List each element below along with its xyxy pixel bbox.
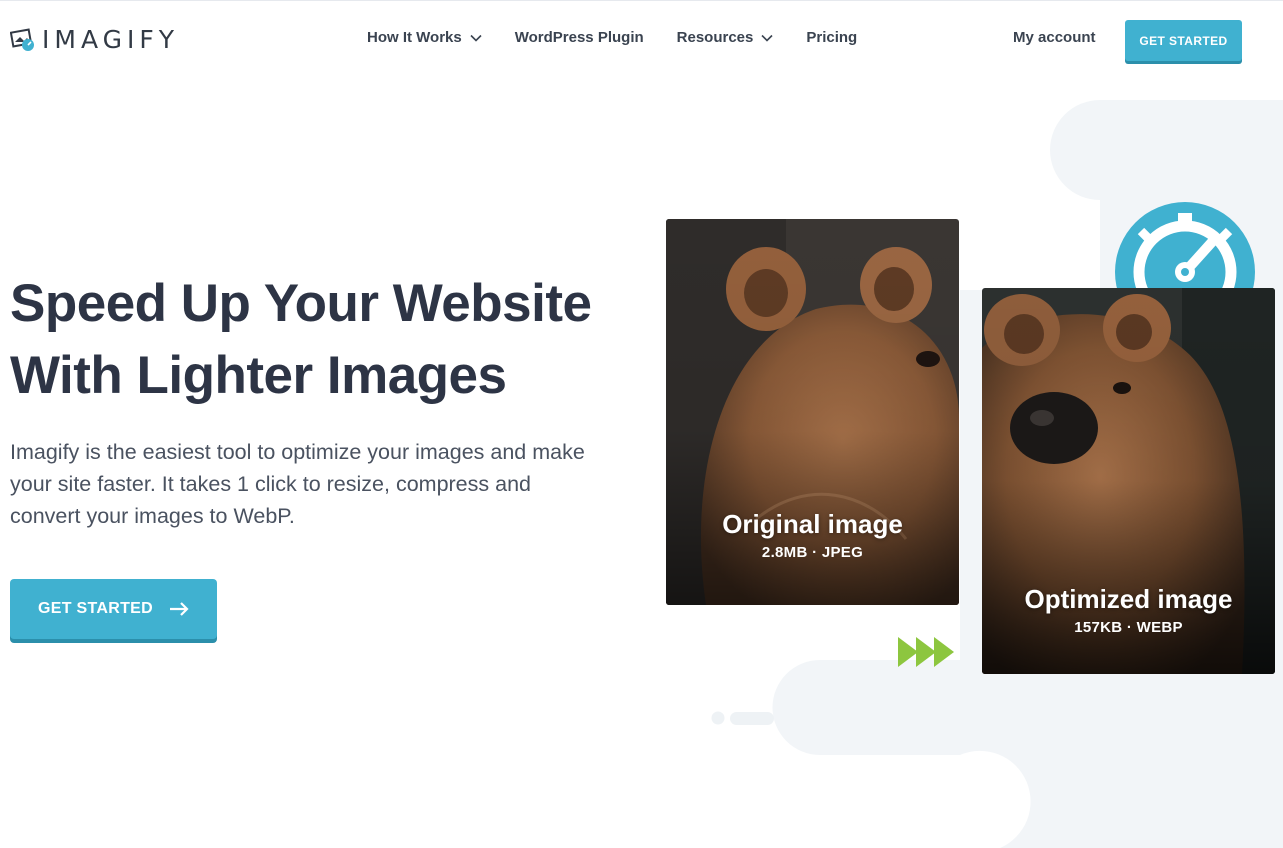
nav-item-label: Resources: [676, 29, 754, 46]
original-image-meta: 2.8MB · JPEG: [761, 544, 864, 561]
imagify-logo-icon: [9, 26, 38, 52]
nav-item-label: WordPress Plugin: [514, 29, 644, 46]
nav-item-label: How It Works: [367, 29, 462, 46]
nav-item-resources[interactable]: Resources: [677, 29, 774, 46]
hero-get-started-button[interactable]: GET STARTED: [10, 579, 217, 639]
nav-item-wordpress-plugin[interactable]: WordPress Plugin: [515, 29, 644, 46]
optimized-image-title: Optimized image: [1024, 584, 1233, 614]
hero-title-line-1: Speed Up Your Website: [10, 274, 592, 333]
header-get-started-button[interactable]: GET STARTED: [1125, 20, 1242, 61]
my-account-link[interactable]: My account: [1013, 29, 1096, 46]
optimized-image-meta: 157KB · WEBP: [1074, 619, 1183, 636]
hero-title-line-2: With Lighter Images: [10, 346, 507, 405]
arrow-right-icon: [170, 602, 189, 616]
original-image-title: Original image: [722, 509, 903, 539]
hero-title: Speed Up Your Website With Lighter Image…: [10, 268, 610, 412]
site-logo[interactable]: IMAGIFY: [9, 24, 180, 54]
optimized-image-caption: Optimized image 157KB · WEBP: [982, 584, 1275, 636]
original-image-card: Original image 2.8MB · JPEG: [666, 219, 959, 605]
chevron-down-icon: [470, 34, 482, 42]
nav-item-label: Pricing: [806, 29, 858, 46]
site-header: IMAGIFY How It Works WordPress Plugin Re…: [0, 0, 1283, 80]
chevron-down-icon: [761, 34, 773, 42]
nav-item-how-it-works[interactable]: How It Works: [367, 29, 482, 46]
logo-wordmark: IMAGIFY: [42, 24, 180, 54]
hero-cta-label: GET STARTED: [37, 600, 153, 617]
nav-item-pricing[interactable]: Pricing: [806, 29, 857, 46]
original-image-caption: Original image 2.8MB · JPEG: [666, 509, 959, 561]
optimized-image-card: Optimized image 157KB · WEBP: [982, 288, 1275, 674]
hero-description: Imagify is the easiest tool to optimize …: [10, 440, 585, 528]
main-nav: How It Works WordPress Plugin Resources …: [367, 29, 890, 46]
